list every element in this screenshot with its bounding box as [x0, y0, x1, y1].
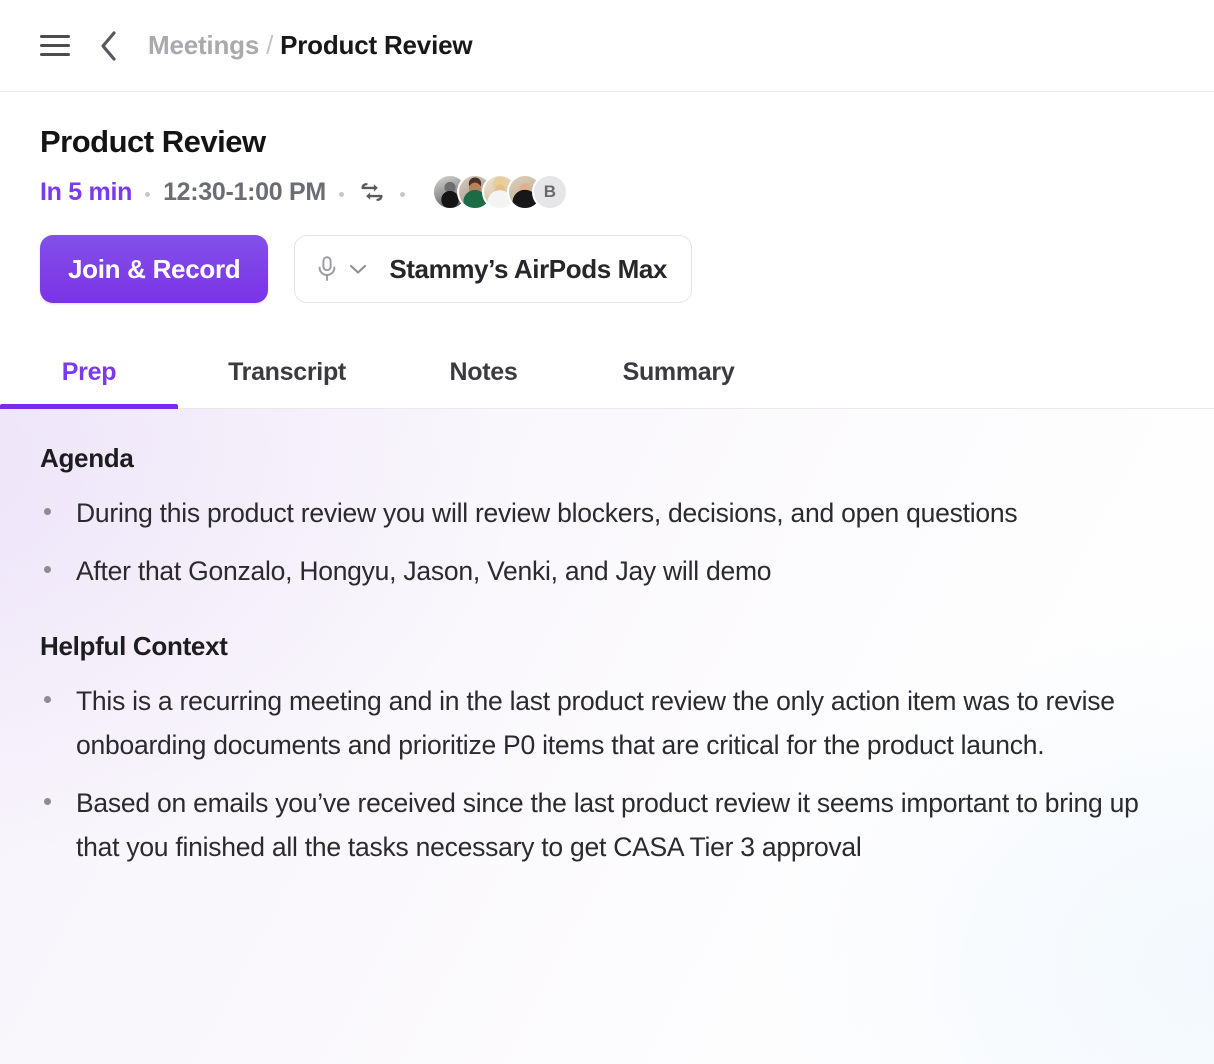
agenda-section: Agenda During this product review you wi… [40, 443, 1174, 593]
prep-panel: Agenda During this product review you wi… [0, 409, 1214, 1064]
meeting-action-row: Join & Record Stammy’s AirPods Max [0, 208, 1214, 304]
meta-separator-dot [338, 191, 344, 197]
top-bar: Meetings / Product Review [0, 0, 1214, 92]
microphone-device-label: Stammy’s AirPods Max [389, 253, 667, 284]
page-title: Product Review [40, 124, 266, 159]
hamburger-line [40, 44, 70, 47]
bullet-dot-icon [44, 566, 51, 574]
bullet-dot-icon [44, 798, 51, 806]
list-item: After that Gonzalo, Hongyu, Jason, Venki… [40, 549, 1174, 593]
tab-notes[interactable]: Notes [396, 336, 571, 408]
join-and-record-button[interactable]: Join & Record [40, 235, 269, 304]
meta-separator-dot [145, 191, 151, 197]
section-heading-helpful-context: Helpful Context [40, 631, 228, 662]
list-item-text: After that Gonzalo, Hongyu, Jason, Venki… [76, 556, 772, 587]
list-item-text: This is a recurring meeting and in the l… [76, 686, 1115, 761]
chevron-down-icon[interactable] [347, 262, 369, 276]
section-heading-agenda: Agenda [40, 443, 134, 474]
bullet-dot-icon [44, 508, 51, 516]
tab-bar: Prep Transcript Notes Summary [0, 336, 1214, 410]
bullet-dot-icon [44, 696, 51, 704]
chevron-left-icon[interactable] [96, 30, 120, 61]
meeting-meta-row: In 5 min 12:30-1:00 PM B [40, 174, 1174, 211]
microphone-icon [315, 255, 339, 283]
tab-transcript[interactable]: Transcript [178, 336, 396, 408]
attendee-avatar-group[interactable]: B [431, 174, 568, 211]
countdown-badge: In 5 min [40, 177, 133, 206]
meta-separator-dot [399, 191, 405, 197]
meeting-detail-page: Meetings / Product Review Product Review… [0, 0, 1214, 1064]
meeting-time-range: 12:30-1:00 PM [163, 177, 326, 206]
agenda-bullet-list: During this product review you will revi… [40, 491, 1174, 593]
tab-prep[interactable]: Prep [0, 336, 178, 410]
list-item-text: During this product review you will revi… [76, 498, 1018, 529]
list-item-text: Based on emails you’ve received since th… [76, 788, 1139, 863]
tab-summary[interactable]: Summary [571, 336, 786, 408]
helpful-context-bullet-list: This is a recurring meeting and in the l… [40, 679, 1174, 869]
list-item: Based on emails you’ve received since th… [40, 781, 1174, 869]
hamburger-line [40, 53, 70, 56]
list-item: During this product review you will revi… [40, 491, 1174, 535]
meeting-header: Product Review In 5 min 12:30-1:00 PM B [0, 92, 1214, 211]
repeat-icon [357, 177, 387, 207]
breadcrumb-separator: / [266, 30, 274, 60]
breadcrumb-parent-meetings[interactable]: Meetings [148, 30, 259, 61]
hamburger-menu-icon[interactable] [40, 34, 70, 58]
hamburger-line [40, 35, 70, 38]
breadcrumb: Meetings / Product Review [148, 30, 473, 61]
list-item: This is a recurring meeting and in the l… [40, 679, 1174, 767]
breadcrumb-current-page: Product Review [280, 30, 473, 60]
helpful-context-section: Helpful Context This is a recurring meet… [40, 631, 1174, 869]
avatar-initial[interactable]: B [531, 174, 568, 211]
microphone-device-selector[interactable]: Stammy’s AirPods Max [294, 235, 692, 304]
